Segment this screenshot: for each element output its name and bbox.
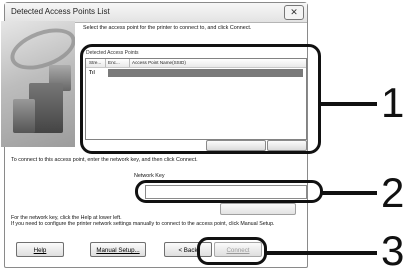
callout-number-2: 2 (381, 169, 405, 216)
callout-highlight-2 (135, 180, 323, 203)
callout-leader-line (266, 251, 377, 255)
network-key-label: Network Key (134, 173, 165, 179)
printer-banner-image (1, 21, 75, 147)
close-button[interactable]: ✕ (284, 5, 304, 20)
callout-number-1: 1 (381, 79, 405, 126)
callout-number-3: 3 (381, 227, 405, 274)
manual-setup-button[interactable]: Manual Setup... (90, 242, 146, 257)
network-key-instruction: To connect to this access point, enter t… (11, 157, 198, 163)
network-key-option-button[interactable] (220, 203, 296, 215)
callout-highlight-3 (197, 237, 267, 265)
title-bar: Detected Access Points List ✕ (5, 3, 307, 23)
callout-leader-line (320, 102, 377, 106)
help-button[interactable]: Help (16, 242, 64, 257)
manual-setup-button-label: Manual Setup... (96, 247, 140, 254)
callout-leader-line (322, 191, 377, 195)
select-instruction: Select the access point for the printer … (83, 25, 252, 31)
callout-highlight-1 (80, 44, 321, 154)
back-button-label: < Back (178, 247, 198, 254)
window-title: Detected Access Points List (11, 7, 110, 16)
help-button-label: Help (33, 247, 47, 254)
printer-graphic (13, 99, 35, 133)
help-instruction: For the network key, click the Help at l… (11, 215, 275, 228)
